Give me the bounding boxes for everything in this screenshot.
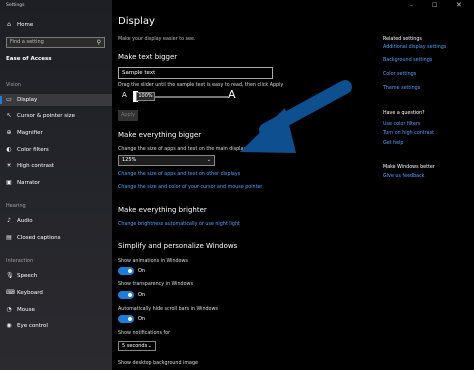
annotation-arrow: [240, 80, 352, 153]
